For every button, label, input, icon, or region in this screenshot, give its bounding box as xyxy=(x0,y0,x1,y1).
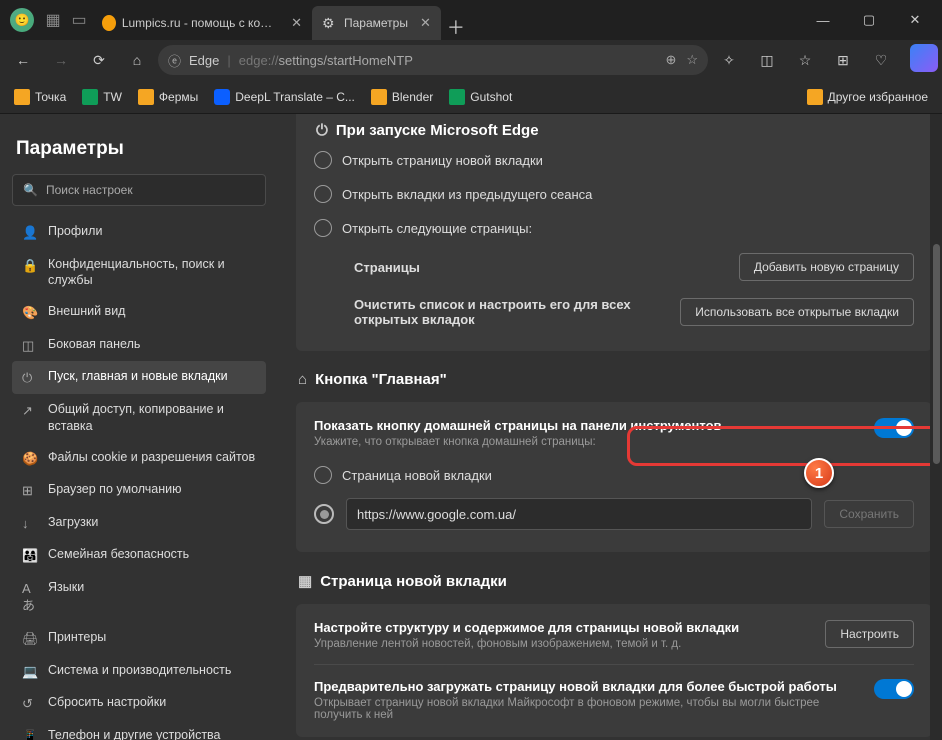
new-tab-button[interactable]: ＋ xyxy=(441,14,471,40)
sidebar-item-family[interactable]: 👨‍👩‍👧Семейная безопасность xyxy=(12,539,266,572)
home-hint: Укажите, что открывает кнопка домашней с… xyxy=(314,436,722,448)
home-button-toggle[interactable] xyxy=(874,418,914,438)
search-input[interactable]: 🔍 Поиск настроек xyxy=(12,174,266,206)
minimize-button[interactable]: — xyxy=(800,0,846,40)
maximize-button[interactable]: ▢ xyxy=(846,0,892,40)
home-url-input[interactable]: https://www.google.com.ua/ xyxy=(346,498,812,530)
favorites-icon[interactable]: ☆ xyxy=(788,45,822,75)
titlebar: 🙂 ▦ ▭ Lumpics.ru - помощь с компьют... ✕… xyxy=(0,0,942,40)
reload-button[interactable]: ⟳ xyxy=(82,45,116,75)
performance-icon[interactable]: ♡ xyxy=(864,45,898,75)
pages-label: Страницы xyxy=(354,260,420,275)
back-button[interactable]: ← xyxy=(6,45,40,75)
close-button[interactable]: ✕ xyxy=(892,0,938,40)
tab-lumpics[interactable]: Lumpics.ru - помощь с компьют... ✕ xyxy=(92,6,312,40)
address-bar[interactable]: ⓔ Edge | edge://settings/startHomeNTP ⊕ … xyxy=(158,45,708,75)
other-bookmarks[interactable]: Другое избранное xyxy=(801,85,934,109)
copilot-button[interactable] xyxy=(910,44,938,72)
extensions-icon[interactable]: ✧ xyxy=(712,45,746,75)
close-icon[interactable]: ✕ xyxy=(291,15,302,31)
url-text: edge://settings/startHomeNTP xyxy=(239,53,413,68)
workspace-icon[interactable]: ▦ xyxy=(40,0,66,40)
collections-icon[interactable]: ▭ xyxy=(66,0,92,40)
home-toggle-label: Показать кнопку домашней страницы на пан… xyxy=(314,418,722,433)
grid-icon: ▦ xyxy=(298,572,312,590)
home-icon: ⌂ xyxy=(298,371,307,388)
search-icon: 🔍 xyxy=(23,183,38,197)
edge-label: Edge xyxy=(189,53,219,68)
bookmark-item[interactable]: Blender xyxy=(365,85,439,109)
bookmarks-bar: Точка TW Фермы DeepL Translate – C... Bl… xyxy=(0,80,942,114)
sidebar-item-downloads[interactable]: ↓Загрузки xyxy=(12,507,266,540)
radio-open-ntp[interactable]: Открыть страницу новой вкладки xyxy=(314,143,914,177)
toolbar: ← → ⟳ ⌂ ⓔ Edge | edge://settings/startHo… xyxy=(0,40,942,80)
radio-open-pages[interactable]: Открыть следующие страницы: xyxy=(314,211,914,245)
split-icon[interactable]: ◫ xyxy=(750,45,784,75)
favorite-icon[interactable]: ☆ xyxy=(686,52,698,68)
sidebar-item-default[interactable]: ⊞Браузер по умолчанию xyxy=(12,474,266,507)
power-icon: ⏻ xyxy=(316,122,328,139)
search-placeholder: Поиск настроек xyxy=(46,183,133,197)
favicon-lumpics xyxy=(102,15,116,31)
ntp-preload-desc: Открывает страницу новой вкладки Майкрос… xyxy=(314,697,858,721)
sidebar-item-appearance[interactable]: 🎨Внешний вид xyxy=(12,296,266,329)
sidebar-title: Параметры xyxy=(16,138,262,160)
scrollbar[interactable] xyxy=(930,114,942,740)
sidebar-item-privacy[interactable]: 🔒Конфиденциальность, поиск и службы xyxy=(12,249,266,297)
sidebar-item-start[interactable]: ⏻Пуск, главная и новые вкладки xyxy=(12,361,266,394)
sidebar-item-profiles[interactable]: 👤Профили xyxy=(12,216,266,249)
bookmark-item[interactable]: Точка xyxy=(8,85,72,109)
radio-open-previous[interactable]: Открыть вкладки из предыдущего сеанса xyxy=(314,177,914,211)
collections-icon[interactable]: ⊞ xyxy=(826,45,860,75)
ntp-preload-label: Предварительно загружать страницу новой … xyxy=(314,679,858,694)
separator: | xyxy=(227,53,230,68)
sidebar-item-sidebar[interactable]: ◫Боковая панель xyxy=(12,329,266,362)
add-page-button[interactable]: Добавить новую страницу xyxy=(739,253,914,281)
bookmark-item[interactable]: Gutshot xyxy=(443,85,518,109)
tab-label: Параметры xyxy=(344,16,408,30)
save-button[interactable]: Сохранить xyxy=(824,500,914,528)
bookmark-item[interactable]: Фермы xyxy=(132,85,204,109)
forward-button: → xyxy=(44,45,78,75)
preload-toggle[interactable] xyxy=(874,679,914,699)
home-button[interactable]: ⌂ xyxy=(120,45,154,75)
section-title: Страница новой вкладки xyxy=(320,573,507,590)
close-icon[interactable]: ✕ xyxy=(420,15,431,31)
radio-home-ntp[interactable]: Страница новой вкладки xyxy=(314,458,914,492)
ntp-customize-desc: Управление лентой новостей, фоновым изоб… xyxy=(314,638,739,650)
settings-sidebar: Параметры 🔍 Поиск настроек 👤Профили 🔒Кон… xyxy=(0,114,278,740)
search-icon[interactable]: ⊕ xyxy=(665,52,676,68)
section-title: Кнопка "Главная" xyxy=(315,371,447,388)
tab-label: Lumpics.ru - помощь с компьют... xyxy=(122,16,279,30)
tab-settings[interactable]: ⚙ Параметры ✕ xyxy=(312,6,441,40)
sidebar-item-reset[interactable]: ↺Сбросить настройки xyxy=(12,687,266,720)
ntp-customize-label: Настройте структуру и содержимое для стр… xyxy=(314,620,739,635)
settings-main: ⏻ При запуске Microsoft Edge Открыть стр… xyxy=(278,114,942,740)
sidebar-item-system[interactable]: 💻Система и производительность xyxy=(12,655,266,688)
profile-avatar[interactable]: 🙂 xyxy=(10,8,34,32)
bookmark-item[interactable]: DeepL Translate – C... xyxy=(208,85,361,109)
sidebar-item-languages[interactable]: AあЯзыки xyxy=(12,572,266,622)
bookmark-item[interactable]: TW xyxy=(76,85,128,109)
scroll-thumb[interactable] xyxy=(933,244,940,464)
edge-icon: ⓔ xyxy=(168,51,181,70)
customize-button[interactable]: Настроить xyxy=(825,620,914,648)
sidebar-item-phone[interactable]: 📱Телефон и другие устройства xyxy=(12,720,266,740)
gear-icon: ⚙ xyxy=(322,15,338,31)
sidebar-item-share[interactable]: ↗Общий доступ, копирование и вставка xyxy=(12,394,266,442)
sidebar-item-printers[interactable]: 🖨Принтеры xyxy=(12,622,266,655)
section-title: При запуске Microsoft Edge xyxy=(336,122,539,139)
use-all-tabs-button[interactable]: Использовать все открытые вкладки xyxy=(680,298,914,326)
radio-home-url[interactable]: https://www.google.com.ua/ Сохранить xyxy=(314,492,914,536)
clear-label: Очистить список и настроить его для всех… xyxy=(354,297,654,327)
sidebar-item-cookies[interactable]: 🍪Файлы cookie и разрешения сайтов xyxy=(12,442,266,475)
